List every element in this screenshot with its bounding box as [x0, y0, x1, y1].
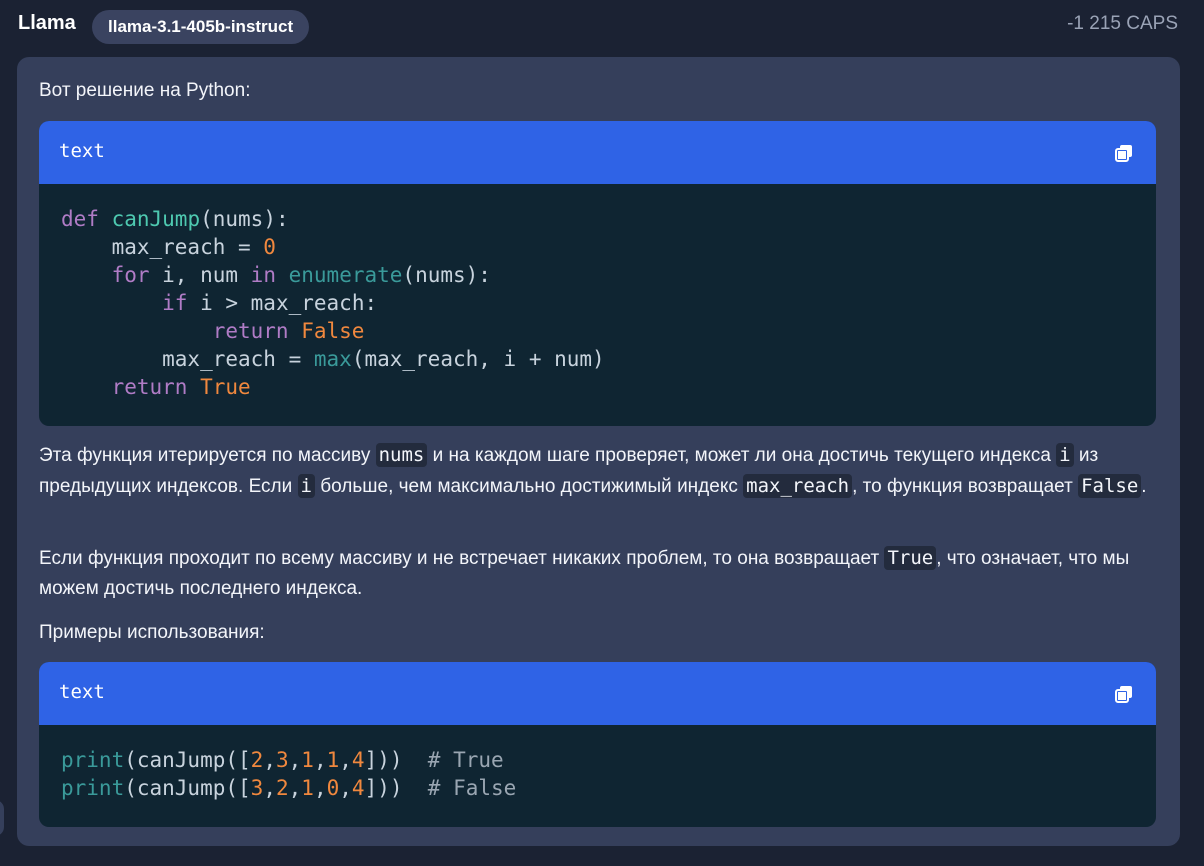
code-token: return [111, 375, 188, 399]
code-token: 0 [263, 235, 276, 259]
code-token: i, num [149, 263, 251, 287]
text-span: и на каждом шаге проверяет, может ли она… [427, 445, 1057, 466]
side-handle [0, 800, 4, 836]
text-span: Если функция проходит по всему массиву и… [39, 548, 885, 569]
code-token: (canJump([ [124, 776, 251, 800]
code-block-examples: text print(canJump([2,3,1,1,4])) # True p… [39, 662, 1156, 827]
code-token: if [162, 291, 188, 315]
text-span: Эта функция итерируется по массиву [39, 445, 376, 466]
code-token: # False [427, 776, 517, 800]
conclusion-paragraph: Если функция проходит по всему массиву и… [39, 543, 1149, 604]
explanation-paragraph: Эта функция итерируется по массиву nums … [39, 440, 1149, 502]
code-token: 1 [301, 776, 314, 800]
code-token: max [313, 347, 352, 371]
code-token: def [61, 207, 99, 231]
text-span: больше, чем максимально достижимый индек… [314, 476, 744, 497]
code-token: ])) [364, 776, 428, 800]
code-token: , [313, 748, 327, 772]
text-span: . [1141, 476, 1147, 497]
code-token: , [339, 776, 352, 800]
code-token: 3 [275, 748, 289, 772]
code-token: canJump [111, 207, 201, 231]
examples-label: Примеры использования: [39, 622, 265, 643]
code-token: 1 [301, 748, 314, 772]
code-token: False [301, 319, 365, 343]
code-content[interactable]: print(canJump([2,3,1,1,4])) # True print(… [61, 746, 516, 802]
code-line: print(canJump([3,2,1,0,4])) # False [61, 774, 516, 802]
inline-code: False [1078, 474, 1142, 498]
code-token: True [200, 375, 251, 399]
code-token: max_reach = [61, 347, 314, 371]
code-token: # True [427, 748, 504, 772]
code-token: (nums): [200, 207, 289, 231]
code-token: i > max_reach: [187, 291, 378, 315]
model-badge[interactable]: llama-3.1-405b-instruct [92, 10, 310, 44]
code-token: 4 [351, 748, 365, 772]
author-name: Llama [18, 12, 76, 34]
text-span: , то функция возвращает [852, 476, 1079, 497]
inline-code: max_reach [743, 474, 853, 498]
inline-code: True [884, 546, 937, 570]
code-line: for i, num in enumerate(nums): [61, 261, 605, 289]
code-token: 1 [326, 748, 340, 772]
code-token: for [111, 263, 150, 287]
code-token: , [288, 776, 302, 800]
code-block-solution: text def canJump(nums): max_reach = 0 fo… [39, 121, 1156, 426]
copy-icon[interactable] [1114, 143, 1134, 163]
code-line: return True [61, 373, 605, 401]
message-header: Llama llama-3.1-405b-instruct -1 215 CAP… [0, 0, 1204, 52]
code-token: 4 [351, 776, 365, 800]
caps-cost: -1 215 CAPS [1067, 13, 1178, 34]
code-token: max_reach = [61, 235, 264, 259]
code-language-label: text [59, 140, 105, 162]
code-token: , [288, 748, 302, 772]
inline-code: i [297, 474, 315, 498]
code-line: return False [61, 317, 605, 345]
code-token: ])) [364, 748, 428, 772]
inline-code: nums [375, 443, 428, 467]
code-token: in [250, 263, 276, 287]
code-content[interactable]: def canJump(nums): max_reach = 0 for i, … [61, 205, 605, 401]
assistant-message: Вот решение на Python: text def canJump(… [17, 57, 1180, 846]
code-line: def canJump(nums): [61, 205, 605, 233]
code-token: print [61, 776, 125, 800]
code-token: 2 [275, 776, 289, 800]
code-token: 0 [326, 776, 340, 800]
code-line: max_reach = max(max_reach, i + num) [61, 345, 605, 373]
code-block-header: text [39, 662, 1156, 725]
code-line: print(canJump([2,3,1,1,4])) # True [61, 746, 516, 774]
code-token: , [263, 748, 276, 772]
code-token: enumerate [288, 263, 403, 287]
code-token: , [313, 776, 327, 800]
code-token: , [339, 748, 352, 772]
code-token: (max_reach, i + num) [351, 347, 605, 371]
code-line: max_reach = 0 [61, 233, 605, 261]
code-token: 3 [250, 776, 264, 800]
code-token: (nums): [402, 263, 491, 287]
intro-text: Вот решение на Python: [39, 80, 251, 101]
code-block-header: text [39, 121, 1156, 184]
inline-code: i [1056, 443, 1074, 467]
code-token: , [263, 776, 276, 800]
code-token: 2 [250, 748, 264, 772]
code-language-label: text [59, 681, 105, 703]
code-line: if i > max_reach: [61, 289, 605, 317]
copy-icon[interactable] [1114, 684, 1134, 704]
code-token: return [212, 319, 289, 343]
code-token: (canJump([ [124, 748, 251, 772]
code-token: print [61, 748, 125, 772]
